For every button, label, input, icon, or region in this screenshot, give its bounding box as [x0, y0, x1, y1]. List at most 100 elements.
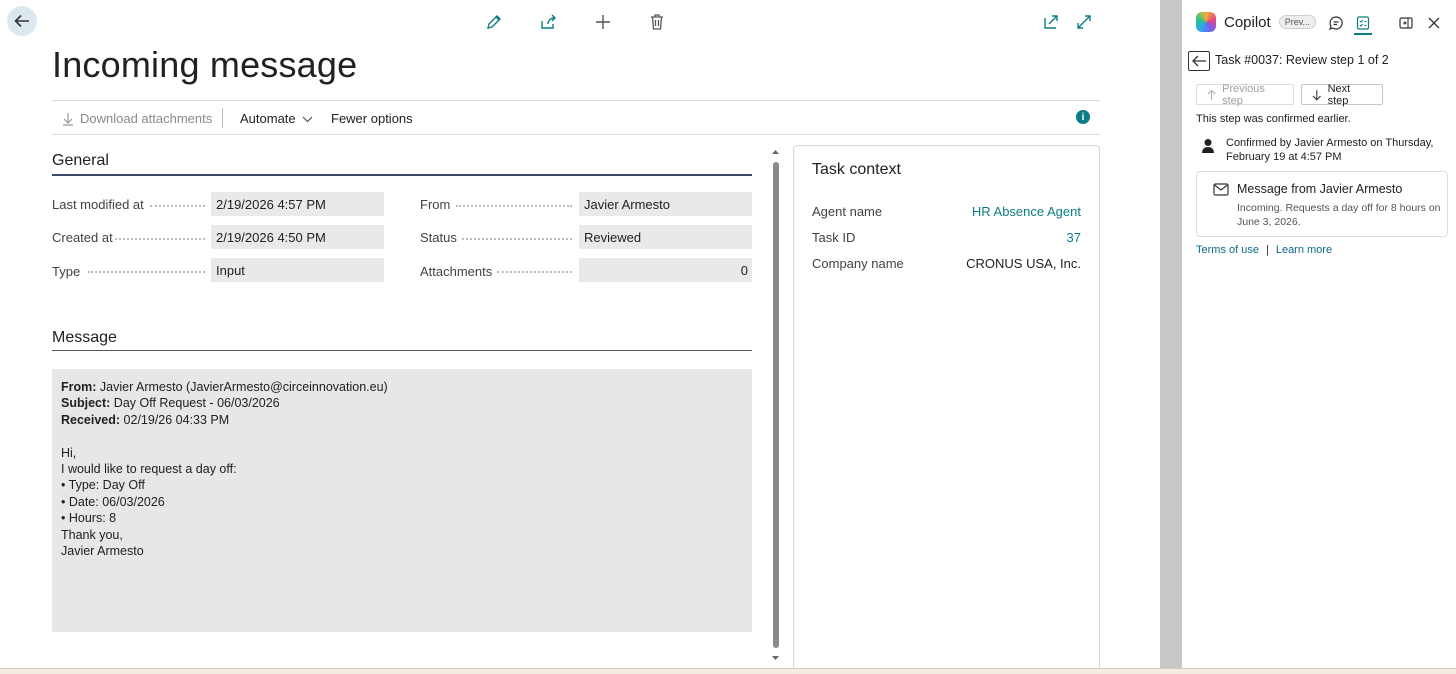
tasks-button[interactable] — [1354, 14, 1372, 32]
task-list-icon — [1356, 16, 1370, 30]
agent-name-link[interactable]: HR Absence Agent — [972, 204, 1081, 219]
leader-dots — [456, 205, 572, 207]
message-text-line: • Date: 06/03/2026 — [61, 494, 165, 509]
bottom-edge-strip — [0, 668, 1456, 674]
download-attachments-action[interactable]: Download attachments — [62, 111, 212, 126]
previous-step-button[interactable]: Previous step — [1196, 82, 1294, 107]
leader-dots — [462, 238, 572, 240]
from-label: From — [420, 197, 451, 212]
message-body: From: Javier Armesto (JavierArmesto@circ… — [52, 369, 752, 632]
info-icon[interactable]: i — [1076, 110, 1090, 124]
general-section-title: General — [52, 152, 109, 169]
message-text-line: Hi, — [61, 445, 77, 460]
leader-dots — [497, 271, 572, 273]
arrow-down-icon — [1312, 89, 1321, 101]
download-icon — [63, 112, 73, 126]
task-context-panel: Task context Agent name HR Absence Agent… — [793, 145, 1100, 674]
leader-dots — [115, 238, 205, 240]
dock-button[interactable] — [1397, 14, 1415, 32]
status-label: Status — [420, 230, 457, 245]
scroll-thumb[interactable] — [773, 162, 779, 648]
leader-dots — [88, 271, 205, 273]
panel-dock-icon — [1399, 17, 1413, 29]
link-separator: | — [1265, 244, 1269, 256]
last-modified-value: 2/19/2026 4:57 PM — [211, 192, 384, 216]
download-attachments-label: Download attachments — [80, 111, 213, 126]
message-text-line: Javier Armesto — [61, 544, 144, 559]
share-button[interactable] — [538, 12, 558, 32]
message-text-line: Thank you, — [61, 527, 123, 542]
message-card-description: Incoming. Requests a day off for 8 hours… — [1237, 202, 1441, 228]
scroll-down-icon[interactable] — [771, 654, 780, 662]
chat-button[interactable] — [1327, 14, 1345, 32]
message-from-value: Javier Armesto (JavierArmesto@circeinnov… — [96, 380, 388, 394]
fewer-options-label: Fewer options — [331, 111, 413, 126]
chat-icon — [1329, 16, 1343, 30]
message-subject-value: Day Off Request - 06/03/2026 — [110, 396, 280, 411]
person-icon — [1202, 139, 1214, 153]
scroll-up-icon[interactable] — [771, 148, 780, 156]
task-step-title: Task #0037: Review step 1 of 2 — [1215, 53, 1389, 67]
automate-action[interactable]: Automate — [240, 111, 313, 126]
last-modified-label: Last modified at — [52, 197, 144, 212]
learn-more-link[interactable]: Learn more — [1276, 244, 1332, 256]
close-icon — [1428, 17, 1440, 29]
arrow-up-icon — [1207, 89, 1216, 100]
preview-badge: Prev... — [1278, 15, 1317, 29]
new-button[interactable] — [593, 12, 613, 32]
close-copilot-button[interactable] — [1425, 14, 1443, 32]
open-in-new-icon — [1044, 15, 1058, 29]
pane-divider — [1160, 0, 1182, 668]
message-text-line: I would like to request a day off: — [61, 462, 237, 477]
fewer-options-action[interactable]: Fewer options — [331, 111, 413, 126]
from-value: Javier Armesto — [579, 192, 752, 216]
attachments-value: 0 — [579, 258, 752, 282]
action-separator — [222, 108, 223, 128]
mail-icon — [1213, 183, 1229, 196]
copilot-header: Copilot Prev... — [1196, 12, 1317, 32]
expand-button[interactable] — [1074, 12, 1094, 32]
page-title: Incoming message — [52, 44, 358, 85]
main-page: Incoming message Download attachments Au… — [0, 0, 1160, 674]
message-subject-line: Subject: Day Off Request - 06/03/2026 — [61, 395, 743, 411]
active-tab-indicator — [1354, 33, 1372, 35]
status-value: Reviewed — [579, 225, 752, 249]
agent-name-label: Agent name — [812, 204, 883, 219]
arrow-left-icon — [14, 14, 29, 28]
message-card[interactable]: Message from Javier Armesto Incoming. Re… — [1196, 171, 1448, 237]
task-id-label: Task ID — [812, 230, 856, 245]
leader-dots — [150, 205, 205, 207]
task-context-title: Task context — [812, 161, 901, 178]
next-step-button[interactable]: Next step — [1301, 82, 1383, 107]
next-step-label: Next step — [1327, 82, 1351, 107]
message-received-key: Received: — [61, 412, 121, 427]
message-subject-key: Subject: — [61, 396, 111, 411]
message-from-line: From: Javier Armesto (JavierArmesto@circ… — [61, 379, 743, 395]
arrow-left-icon — [1192, 55, 1206, 67]
attachments-label: Attachments — [420, 264, 493, 279]
copilot-logo-icon — [1196, 12, 1216, 32]
message-section-divider — [52, 350, 752, 351]
terms-of-use-link[interactable]: Terms of use — [1196, 244, 1259, 256]
copilot-footer-links: Terms of use | Learn more — [1196, 244, 1332, 256]
back-button[interactable] — [7, 6, 37, 36]
action-bar: Download attachments Automate Fewer opti… — [52, 100, 1100, 135]
automate-label: Automate — [240, 111, 296, 126]
message-received-line: Received: 02/19/26 04:33 PM — [61, 412, 743, 428]
edit-button[interactable] — [484, 12, 504, 32]
task-back-button[interactable] — [1188, 51, 1210, 71]
expand-icon — [1077, 15, 1091, 29]
content-scrollbar[interactable] — [771, 148, 780, 662]
created-label: Created at — [52, 230, 113, 245]
type-label: Type — [52, 264, 81, 279]
message-section-title: Message — [52, 329, 117, 346]
created-value: 2/19/2026 4:50 PM — [211, 225, 384, 249]
message-text-line: • Hours: 8 — [61, 511, 117, 526]
general-section-divider — [52, 174, 752, 176]
delete-button[interactable] — [647, 12, 667, 32]
company-name-label: Company name — [812, 256, 904, 271]
share-icon — [541, 14, 556, 29]
previous-step-label: Previous step — [1222, 82, 1265, 107]
task-id-link[interactable]: 37 — [1067, 230, 1081, 245]
open-new-window-button[interactable] — [1041, 12, 1061, 32]
